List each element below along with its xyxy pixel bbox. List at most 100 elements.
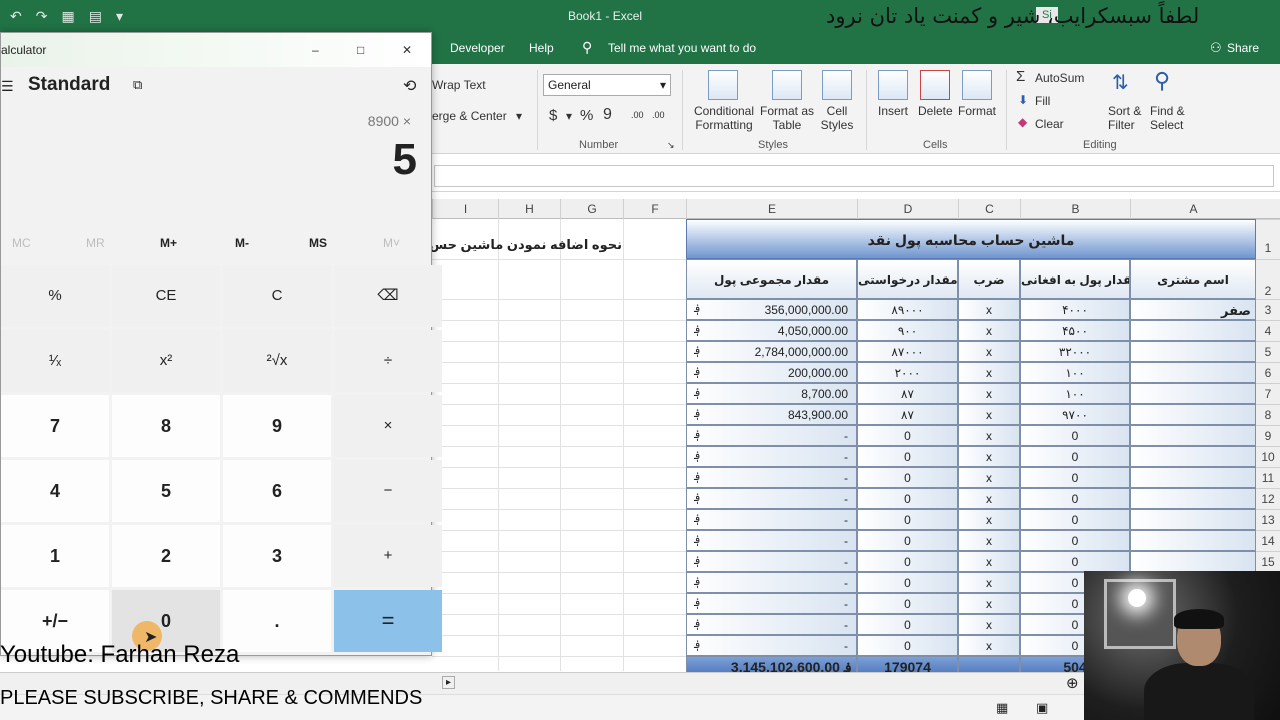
table-cell-x[interactable]: x — [958, 320, 1020, 341]
key-add-button[interactable]: + — [334, 525, 442, 587]
delete-button[interactable]: Delete — [918, 104, 953, 118]
column-header-f[interactable]: F — [623, 199, 686, 219]
number-launcher-icon[interactable]: ↘ — [667, 140, 675, 151]
table-cell-afghani[interactable]: ۴۰۰۰ — [1020, 299, 1130, 320]
table-cell-x[interactable]: x — [958, 614, 1020, 635]
increase-decimal-button[interactable]: .00 — [631, 110, 644, 120]
customize-qat-icon[interactable]: ▾ — [116, 8, 123, 25]
autosum-button[interactable]: AutoSum — [1035, 71, 1084, 85]
conditional-formatting-button[interactable]: Conditional Formatting — [692, 104, 756, 132]
history-icon[interactable]: ⟲ — [403, 76, 416, 96]
table-cell-total[interactable]: - — [686, 509, 857, 530]
table-cell-afghani[interactable]: ۱۰۰ — [1020, 383, 1130, 404]
row-number[interactable]: 14 — [1256, 530, 1280, 551]
clear-button[interactable]: Clear — [1035, 117, 1064, 131]
cell-styles-button[interactable]: Cell Styles — [816, 104, 858, 132]
customer-name-cell[interactable] — [1130, 446, 1256, 467]
table-cell-total[interactable]: - — [686, 530, 857, 551]
table-cell-afghani[interactable]: ۴۵۰۰ — [1020, 320, 1130, 341]
key-digit-3-button[interactable]: 3 — [223, 525, 331, 587]
column-header-i[interactable]: I — [432, 199, 498, 219]
row-number[interactable]: 7 — [1256, 383, 1280, 404]
close-icon[interactable]: ✕ — [402, 43, 412, 57]
table-cell-x[interactable]: x — [958, 425, 1020, 446]
key-digit-4-button[interactable]: 4 — [1, 460, 109, 522]
formula-input[interactable] — [434, 165, 1274, 187]
table-cell-total[interactable]: - — [686, 467, 857, 488]
header-afghani-amount[interactable]: مقدار پول به افغانی — [1020, 259, 1130, 299]
table-cell-total[interactable]: 200,000.00 — [686, 362, 857, 383]
key-percent-button[interactable]: % — [1, 265, 109, 327]
customer-name-cell[interactable] — [1130, 530, 1256, 551]
table-cell-afghani[interactable]: 0 — [1020, 530, 1130, 551]
key-subtract-button[interactable]: − — [334, 460, 442, 522]
table-cell-afghani[interactable]: 0 — [1020, 488, 1130, 509]
table-cell-x[interactable]: x — [958, 551, 1020, 572]
column-header-e[interactable]: E — [686, 199, 857, 219]
table-cell-x[interactable]: x — [958, 635, 1020, 656]
table-cell-total[interactable]: - — [686, 593, 857, 614]
row-number[interactable]: 9 — [1256, 425, 1280, 446]
memory-add-button[interactable]: M+ — [160, 236, 177, 250]
table-cell-requested[interactable]: 0 — [857, 530, 958, 551]
table-cell-requested[interactable]: ۸۷ — [857, 404, 958, 425]
table-cell-x[interactable]: x — [958, 299, 1020, 320]
customer-name-cell[interactable] — [1130, 341, 1256, 362]
table-cell-requested[interactable]: ۲۰۰۰ — [857, 362, 958, 383]
header-requested-amount[interactable]: مقدار درخواستی — [857, 259, 958, 299]
number-format-select[interactable]: General ▾ — [543, 74, 671, 96]
table-cell-afghani[interactable]: 0 — [1020, 425, 1130, 446]
format-button[interactable]: Format — [958, 104, 996, 118]
tab-help[interactable]: Help — [529, 41, 554, 55]
memory-store-button[interactable]: MS — [309, 236, 327, 250]
table-cell-total[interactable]: - — [686, 425, 857, 446]
customer-name-cell[interactable] — [1130, 509, 1256, 530]
table-cell-total[interactable]: 356,000,000.00 — [686, 299, 857, 320]
normal-view-icon[interactable]: ▦ — [996, 700, 1008, 716]
row-number[interactable]: 3 — [1256, 299, 1280, 320]
header-customer-name[interactable]: اسم مشتری — [1130, 259, 1256, 299]
row-number[interactable]: 5 — [1256, 341, 1280, 362]
table-cell-x[interactable]: x — [958, 404, 1020, 425]
table-cell-x[interactable]: x — [958, 383, 1020, 404]
table-cell-total[interactable]: - — [686, 488, 857, 509]
header-total-amount[interactable]: مقدار مجموعی پول — [686, 259, 857, 299]
customer-name-cell[interactable] — [1130, 362, 1256, 383]
customer-name-cell[interactable] — [1130, 320, 1256, 341]
minimize-icon[interactable]: – — [312, 43, 319, 57]
table-banner[interactable]: ماشین حساب محاسبه پول نقد — [686, 219, 1256, 259]
table-cell-afghani[interactable]: 0 — [1020, 446, 1130, 467]
customer-name-cell[interactable] — [1130, 551, 1256, 572]
decrease-decimal-button[interactable]: .00 — [652, 110, 665, 120]
table-cell-requested[interactable]: ۸۷۰۰۰ — [857, 341, 958, 362]
key-reciprocal-button[interactable]: ¹⁄ₓ — [1, 330, 109, 392]
customer-name-cell[interactable] — [1130, 383, 1256, 404]
key-equals-button[interactable]: = — [334, 590, 442, 652]
key-digit-5-button[interactable]: 5 — [112, 460, 220, 522]
table-cell-x[interactable]: x — [958, 488, 1020, 509]
table-cell-total[interactable]: 4,050,000.00 — [686, 320, 857, 341]
header-multiply[interactable]: ضرب — [958, 259, 1020, 299]
row-number[interactable]: 15 — [1256, 551, 1280, 572]
table-cell-requested[interactable]: 0 — [857, 614, 958, 635]
calculator-title-bar[interactable]: alculator – □ ✕ — [1, 33, 431, 67]
row-number[interactable]: 10 — [1256, 446, 1280, 467]
column-header-d[interactable]: D — [857, 199, 958, 219]
key-digit-1-button[interactable]: 1 — [1, 525, 109, 587]
hamburger-menu-icon[interactable]: ☰ — [1, 78, 14, 95]
scroll-right-icon[interactable]: ▸ — [442, 676, 456, 689]
keep-on-top-icon[interactable]: ⧉ — [133, 77, 142, 93]
table-cell-x[interactable]: x — [958, 362, 1020, 383]
memory-subtract-button[interactable]: M- — [235, 236, 249, 250]
tell-me-search[interactable]: Tell me what you want to do — [608, 41, 756, 55]
table-cell-x[interactable]: x — [958, 446, 1020, 467]
table-cell-total[interactable]: 8,700.00 — [686, 383, 857, 404]
table-cell-requested[interactable]: 0 — [857, 551, 958, 572]
memory-recall-button[interactable]: MR — [86, 236, 105, 250]
table-cell-total[interactable]: - — [686, 551, 857, 572]
customer-name-cell[interactable]: صفر — [1130, 299, 1256, 320]
format-as-table-button[interactable]: Format as Table — [758, 104, 816, 132]
row-number[interactable]: 8 — [1256, 404, 1280, 425]
row-number[interactable]: 12 — [1256, 488, 1280, 509]
table-cell-requested[interactable]: 0 — [857, 446, 958, 467]
